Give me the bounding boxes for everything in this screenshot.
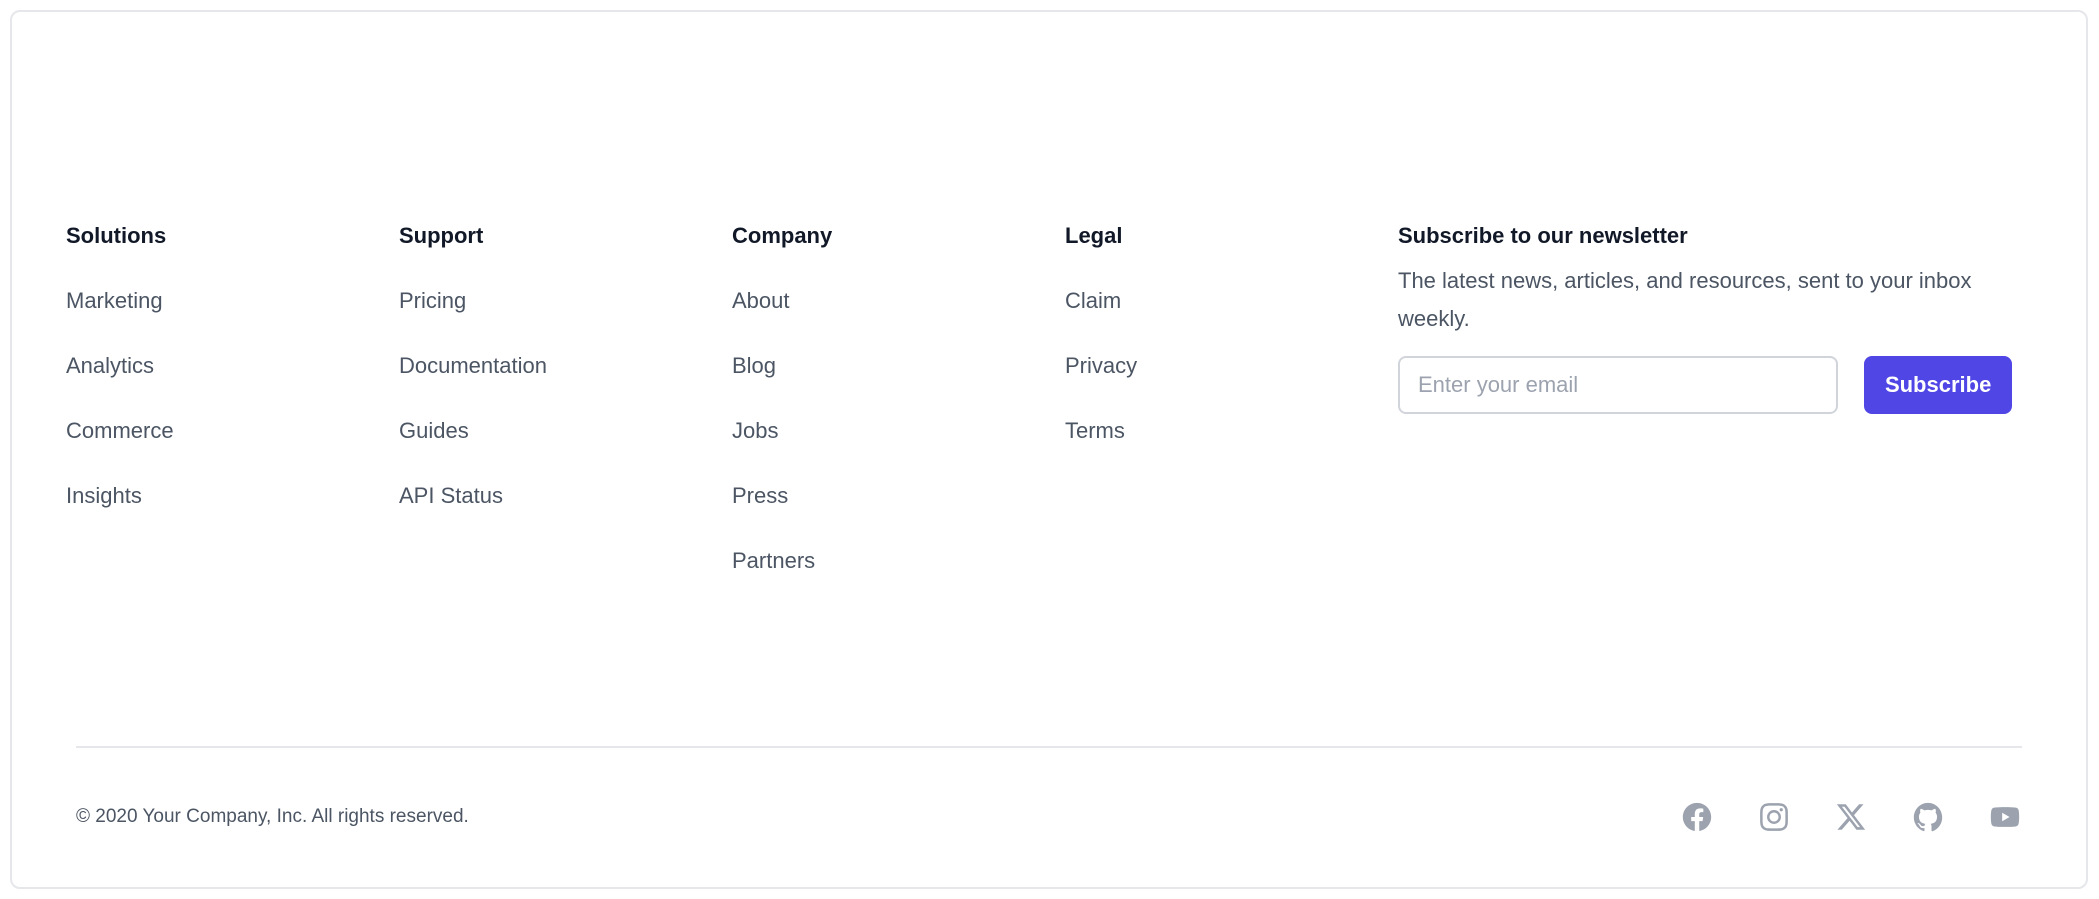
footer-column-support: Support Pricing Documentation Guides API…	[399, 210, 547, 548]
column-heading: Solutions	[66, 223, 167, 248]
column-heading: Company	[732, 223, 833, 248]
newsletter-description: The latest news, articles, and resources…	[1398, 268, 1972, 331]
x-icon[interactable]	[1834, 800, 1868, 834]
footer-link-terms[interactable]: Terms	[1065, 418, 1137, 444]
footer-column-solutions: Solutions Marketing Analytics Commerce I…	[66, 210, 174, 548]
footer-link-guides[interactable]: Guides	[399, 418, 547, 444]
github-icon[interactable]	[1911, 800, 1945, 834]
column-heading: Support	[399, 223, 484, 248]
footer-link-api-status[interactable]: API Status	[399, 483, 547, 509]
footer-link-claim[interactable]: Claim	[1065, 288, 1137, 314]
footer-column-company: Company About Blog Jobs Press Partners	[732, 210, 832, 613]
footer-link-partners[interactable]: Partners	[732, 548, 832, 574]
email-input[interactable]	[1398, 356, 1839, 414]
footer-link-jobs[interactable]: Jobs	[732, 418, 832, 444]
subscribe-button[interactable]: Subscribe	[1864, 356, 2012, 414]
link-list: Claim Privacy Terms	[1065, 288, 1137, 483]
newsletter-heading: Subscribe to our newsletter	[1398, 223, 1688, 248]
footer-column-legal: Legal Claim Privacy Terms	[1065, 210, 1137, 483]
footer-link-commerce[interactable]: Commerce	[66, 418, 174, 444]
footer-link-press[interactable]: Press	[732, 483, 832, 509]
facebook-icon[interactable]	[1680, 800, 1714, 834]
footer-link-about[interactable]: About	[732, 288, 832, 314]
link-list: Pricing Documentation Guides API Status	[399, 288, 547, 548]
footer-link-blog[interactable]: Blog	[732, 353, 832, 379]
footer-link-privacy[interactable]: Privacy	[1065, 353, 1137, 379]
footer-link-insights[interactable]: Insights	[66, 483, 174, 509]
social-links	[1680, 800, 2022, 834]
footer-link-analytics[interactable]: Analytics	[66, 353, 174, 379]
youtube-icon[interactable]	[1988, 800, 2022, 834]
column-heading: Legal	[1065, 223, 1123, 248]
instagram-icon[interactable]	[1757, 800, 1791, 834]
newsletter-section: Subscribe to our newsletter The latest n…	[1398, 210, 2012, 414]
footer-divider	[76, 746, 2022, 748]
footer-link-pricing[interactable]: Pricing	[399, 288, 547, 314]
footer-link-marketing[interactable]: Marketing	[66, 288, 174, 314]
link-list: Marketing Analytics Commerce Insights	[66, 288, 174, 548]
copyright-text: © 2020 Your Company, Inc. All rights res…	[76, 806, 469, 827]
link-list: About Blog Jobs Press Partners	[732, 288, 832, 613]
footer-link-documentation[interactable]: Documentation	[399, 353, 547, 379]
footer-frame	[10, 10, 2088, 889]
newsletter-form: Subscribe	[1398, 356, 2012, 414]
